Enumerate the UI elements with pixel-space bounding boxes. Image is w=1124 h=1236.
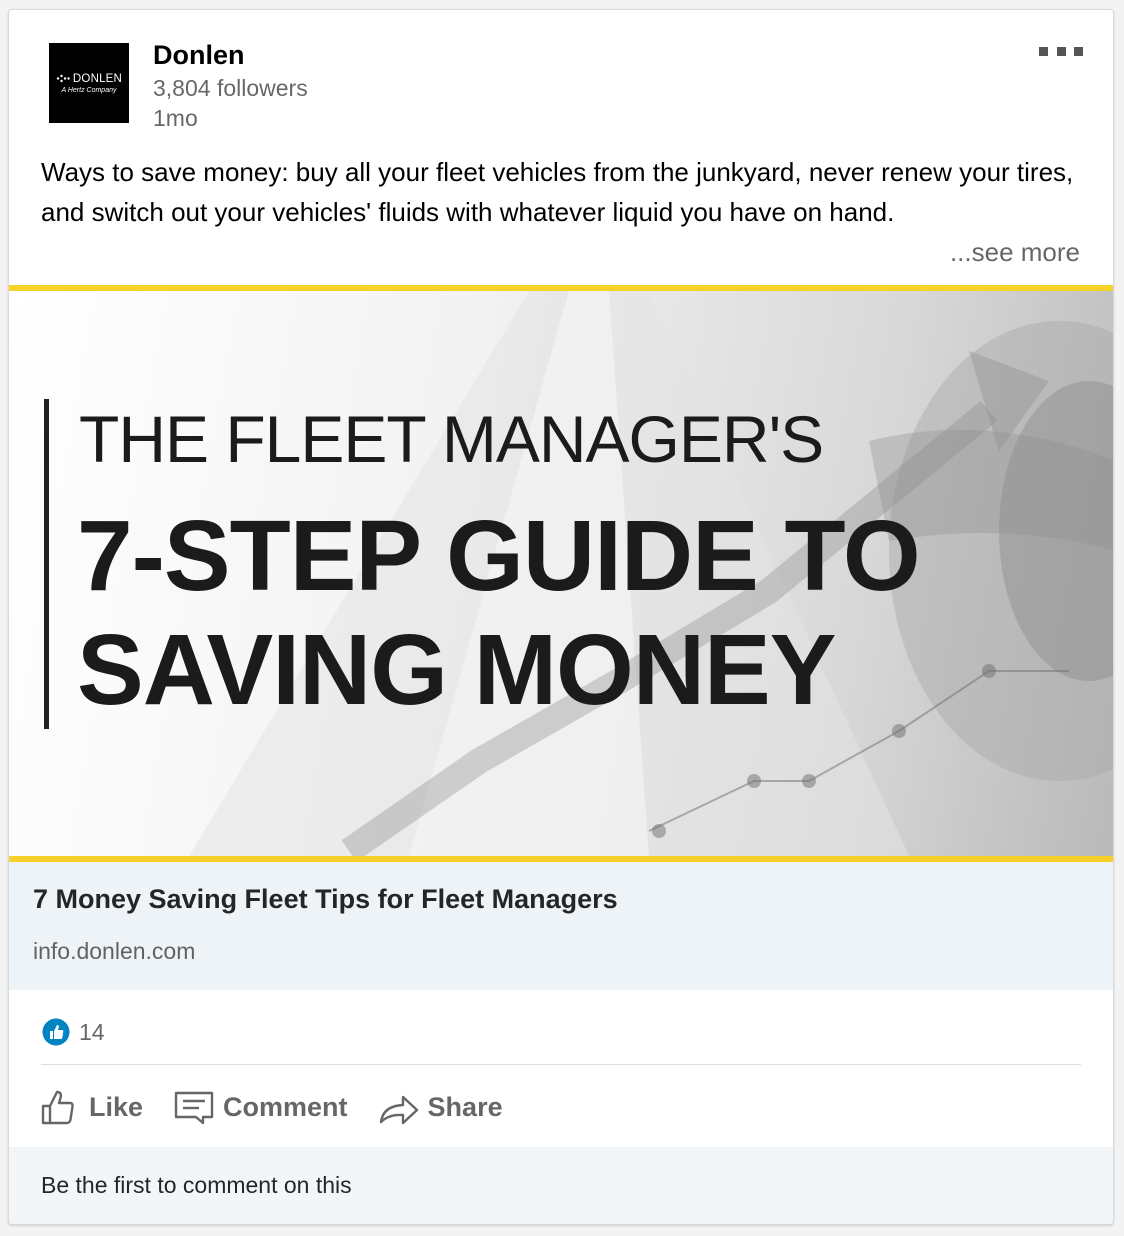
reaction-count: 14 [79, 1018, 105, 1045]
more-dot-icon [1056, 46, 1066, 56]
more-options-button[interactable] [1039, 44, 1083, 58]
image-headline-line2: 7-STEP GUIDE TO [77, 500, 921, 612]
comment-button[interactable]: Comment [173, 1086, 348, 1128]
share-icon [379, 1095, 418, 1125]
post-image[interactable]: THE FLEET MANAGER'S 7-STEP GUIDE TO SAVI… [9, 285, 1113, 862]
see-more-button[interactable]: ...see more [943, 232, 1080, 272]
headline-accent-bar [44, 399, 49, 729]
link-domain: info.donlen.com [33, 938, 196, 964]
action-bar: Like Comment Share [39, 1080, 533, 1134]
comment-label: Comment [223, 1091, 348, 1122]
feed-post-card: DONLEN A Hertz Company Donlen 3,804 foll… [8, 9, 1114, 1225]
share-label: Share [427, 1091, 503, 1122]
thumbs-up-icon [41, 1090, 74, 1125]
reaction-summary[interactable]: 14 [41, 1017, 105, 1047]
company-logo[interactable]: DONLEN A Hertz Company [49, 43, 129, 123]
comments-section: Be the first to comment on this [9, 1147, 1113, 1224]
more-dot-icon [1039, 46, 1048, 56]
comment-prompt[interactable]: Be the first to comment on this [41, 1172, 352, 1199]
logo-dots-icon [56, 74, 70, 83]
logo-subtext: A Hertz Company [61, 86, 117, 94]
follower-count: 3,804 followers [153, 75, 308, 101]
post-timestamp: 1mo [153, 105, 198, 131]
logo-name: DONLEN [72, 72, 123, 85]
post-text: Ways to save money: buy all your fleet v… [41, 157, 1074, 227]
more-dot-icon [1074, 46, 1083, 56]
link-preview[interactable]: 7 Money Saving Fleet Tips for Fleet Mana… [9, 862, 1113, 990]
link-title[interactable]: 7 Money Saving Fleet Tips for Fleet Mana… [33, 884, 618, 915]
divider [41, 1064, 1081, 1065]
post-header: DONLEN A Hertz Company Donlen 3,804 foll… [9, 10, 1113, 150]
image-headline-line3: SAVING MONEY [77, 614, 836, 726]
comment-icon [174, 1091, 214, 1125]
share-button[interactable]: Share [378, 1086, 503, 1128]
like-icon [41, 1017, 71, 1047]
like-button[interactable]: Like [39, 1086, 143, 1128]
author-name[interactable]: Donlen [153, 40, 245, 71]
like-label: Like [89, 1091, 144, 1122]
image-headline-line1: THE FLEET MANAGER'S [79, 402, 824, 476]
